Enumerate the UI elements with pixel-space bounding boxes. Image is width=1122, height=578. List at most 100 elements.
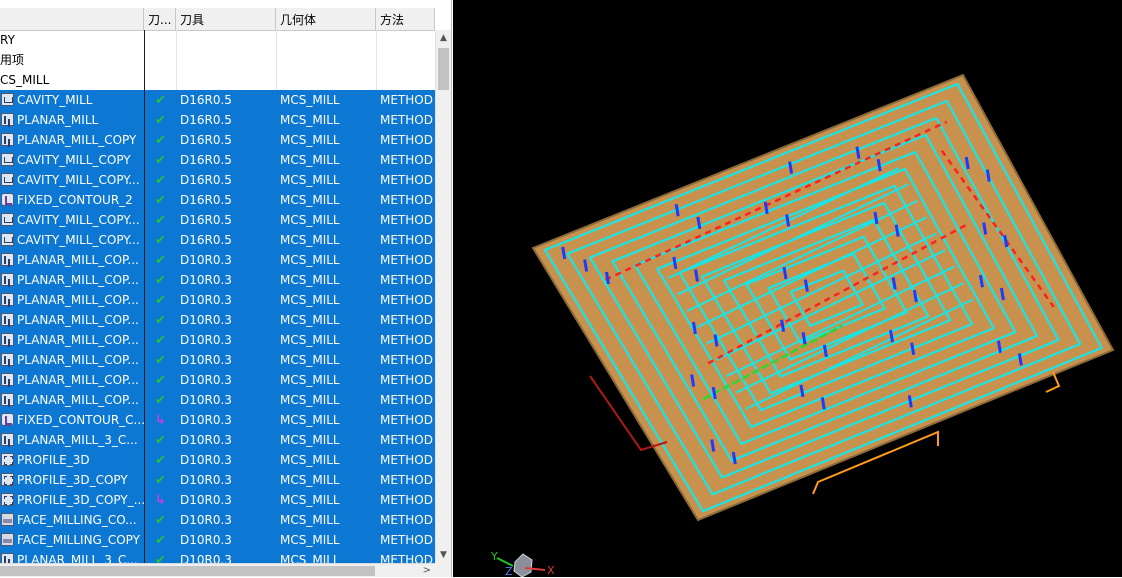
operation-row[interactable]: FACE_MILLING_COPY ✔ D10R0.3 MCS_MILL METHOD	[0, 530, 435, 550]
vertical-scroll-thumb[interactable]	[438, 48, 449, 90]
operation-row[interactable]: PLANAR_MILL_COPY ✔ D16R0.5 MCS_MILL METHOD	[0, 130, 435, 150]
operation-method: METHOD	[380, 473, 433, 487]
scroll-down-arrow-icon[interactable]: ▼	[436, 547, 451, 563]
operation-row[interactable]: PLANAR_MILL_COP... ✔ D10R0.3 MCS_MILL METHOD	[0, 370, 435, 390]
operation-geometry: MCS_MILL	[280, 333, 340, 347]
tool-status-icon: ✔	[155, 193, 166, 208]
vertical-scrollbar[interactable]: ▲ ▼	[435, 30, 451, 563]
operation-name: FACE_MILLING_COPY	[17, 533, 140, 547]
tree-row-mcs-mill[interactable]: CS_MILL	[0, 70, 435, 90]
planar-mill-icon	[1, 433, 14, 446]
operation-row[interactable]: PLANAR_MILL_COP... ✔ D10R0.3 MCS_MILL METHOD	[0, 250, 435, 270]
operation-method: METHOD	[380, 313, 433, 327]
operation-method: METHOD	[380, 553, 433, 563]
operation-tool: D10R0.3	[180, 433, 232, 447]
tool-status-icon: ✔	[155, 113, 166, 128]
operation-geometry: MCS_MILL	[280, 213, 340, 227]
tool-status-icon: ✔	[155, 313, 166, 328]
operation-geometry: MCS_MILL	[280, 413, 340, 427]
tree-row-unused[interactable]: 用项	[0, 50, 435, 70]
operation-name: PLANAR_MILL_COPY	[17, 133, 137, 147]
engage-move-tick	[999, 287, 1005, 301]
operation-row[interactable]: PLANAR_MILL_COP... ✔ D10R0.3 MCS_MILL METHOD	[0, 390, 435, 410]
operation-row[interactable]: PROFILE_3D ✔ D10R0.3 MCS_MILL METHOD	[0, 450, 435, 470]
operation-name: PLANAR_MILL_COP...	[17, 273, 139, 287]
tool-status-column-header[interactable]: 刀...	[144, 8, 176, 30]
tree-node-label: RY	[0, 33, 15, 47]
geometry-column-header[interactable]: 几何体	[276, 8, 376, 30]
operation-row[interactable]: PLANAR_MILL_COP... ✔ D10R0.3 MCS_MILL METHOD	[0, 330, 435, 350]
operation-name: PLANAR_MILL_COP...	[17, 313, 139, 327]
profile-3d-icon	[1, 453, 14, 466]
operation-tool: D16R0.5	[180, 233, 232, 247]
operation-tool: D16R0.5	[180, 193, 232, 207]
horizontal-scroll-thumb[interactable]	[0, 566, 375, 576]
scroll-up-arrow-icon[interactable]: ▲	[436, 30, 451, 46]
operation-name: CAVITY_MILL	[17, 93, 93, 107]
triad-cube-icon	[513, 553, 533, 577]
method-column-header[interactable]: 方法	[376, 8, 435, 30]
engage-move-tick	[691, 321, 697, 335]
operation-row[interactable]: CAVITY_MILL_COPY ✔ D16R0.5 MCS_MILL METHOD	[0, 150, 435, 170]
cavity-mill-icon	[1, 233, 14, 246]
engage-move-tick	[855, 146, 861, 159]
tool-status-icon: ✔	[155, 153, 166, 168]
scroll-right-arrow-icon[interactable]: >	[423, 564, 431, 578]
tool-status-icon: ✔	[155, 473, 166, 488]
planar-mill-icon	[1, 373, 14, 386]
operation-row[interactable]: FIXED_CONTOUR_C... ↳ D10R0.3 MCS_MILL METHOD	[0, 410, 435, 430]
operation-row[interactable]: PROFILE_3D_COPY ✔ D10R0.3 MCS_MILL METHOD	[0, 470, 435, 490]
toolpath-scene[interactable]: Y Z X	[453, 0, 1122, 577]
operation-geometry: MCS_MILL	[280, 553, 340, 563]
engage-move-tick	[696, 216, 702, 230]
operation-method: METHOD	[380, 253, 433, 267]
name-column-header[interactable]	[0, 8, 144, 30]
operation-row[interactable]: CAVITY_MILL_COPY... ✔ D16R0.5 MCS_MILL METHO…	[0, 210, 435, 230]
operation-row[interactable]: PROFILE_3D_COPY_... ↳ D10R0.3 MCS_MILL METHO…	[0, 490, 435, 510]
operation-geometry: MCS_MILL	[280, 353, 340, 367]
operation-row[interactable]: PLANAR_MILL_COP... ✔ D10R0.3 MCS_MILL METHOD	[0, 350, 435, 370]
triad-x-label: X	[547, 564, 555, 577]
tool-status-icon: ✔	[155, 353, 166, 368]
operation-row[interactable]: PLANAR_MILL_3_C... ✔ D10R0.3 MCS_MILL METHOD	[0, 430, 435, 450]
operation-method: METHOD	[380, 293, 433, 307]
fixed-contour-icon	[1, 193, 14, 206]
tree-row-root[interactable]: RY	[0, 30, 435, 50]
operation-tool: D16R0.5	[180, 93, 232, 107]
engage-move-tick	[982, 222, 988, 235]
operation-row[interactable]: CAVITY_MILL_COPY... ✔ D16R0.5 MCS_MILL METHO…	[0, 230, 435, 250]
operation-row[interactable]: PLANAR_MILL_COP... ✔ D10R0.3 MCS_MILL METHOD	[0, 310, 435, 330]
engage-move-tick	[964, 156, 970, 170]
triad-z-label: Z	[505, 565, 513, 577]
operation-name: PROFILE_3D_COPY	[17, 473, 128, 487]
engage-move-tick	[731, 451, 737, 465]
tool-column-header[interactable]: 刀具	[176, 8, 276, 30]
operation-row[interactable]: PLANAR_MILL_COP... ✔ D10R0.3 MCS_MILL METHOD	[0, 270, 435, 290]
planar-mill-icon	[1, 113, 14, 126]
operation-method: METHOD	[380, 533, 433, 547]
tree-node-label: 用项	[0, 53, 25, 67]
operation-row[interactable]: PLANAR_MILL_3_C... ✔ D10R0.3 MCS_MILL METHOD	[0, 550, 435, 563]
engage-move-tick	[803, 279, 809, 292]
graphics-viewport[interactable]: Y Z X	[453, 0, 1122, 577]
operation-tool: D10R0.3	[180, 313, 232, 327]
cavity-mill-icon	[1, 213, 14, 226]
engage-move-tick	[605, 271, 610, 285]
operation-tool: D10R0.3	[180, 493, 232, 507]
operation-row[interactable]: FACE_MILLING_CO... ✔ D10R0.3 MCS_MILL METHOD	[0, 510, 435, 530]
operation-row[interactable]: CAVITY_MILL_COPY... ✔ D16R0.5 MCS_MILL METHO…	[0, 170, 435, 190]
engage-move-tick	[985, 169, 991, 182]
planar-mill-icon	[1, 393, 14, 406]
scrollbar-corner	[435, 563, 451, 577]
operation-geometry: MCS_MILL	[280, 453, 340, 467]
operation-name: CAVITY_MILL_COPY	[17, 153, 131, 167]
operation-row[interactable]: FIXED_CONTOUR_2 ✔ D16R0.5 MCS_MILL METHOD	[0, 190, 435, 210]
tool-status-icon: ✔	[155, 393, 166, 408]
planar-mill-icon	[1, 293, 14, 306]
tool-status-icon: ✔	[155, 433, 166, 448]
operation-name: PLANAR_MILL_COP...	[17, 373, 139, 387]
operation-row[interactable]: PLANAR_MILL_COP... ✔ D10R0.3 MCS_MILL METHOD	[0, 290, 435, 310]
operation-row[interactable]: CAVITY_MILL ✔ D16R0.5 MCS_MILL METHOD	[0, 90, 435, 110]
horizontal-scrollbar[interactable]: >	[0, 563, 435, 577]
operation-row[interactable]: PLANAR_MILL ✔ D16R0.5 MCS_MILL METHOD	[0, 110, 435, 130]
